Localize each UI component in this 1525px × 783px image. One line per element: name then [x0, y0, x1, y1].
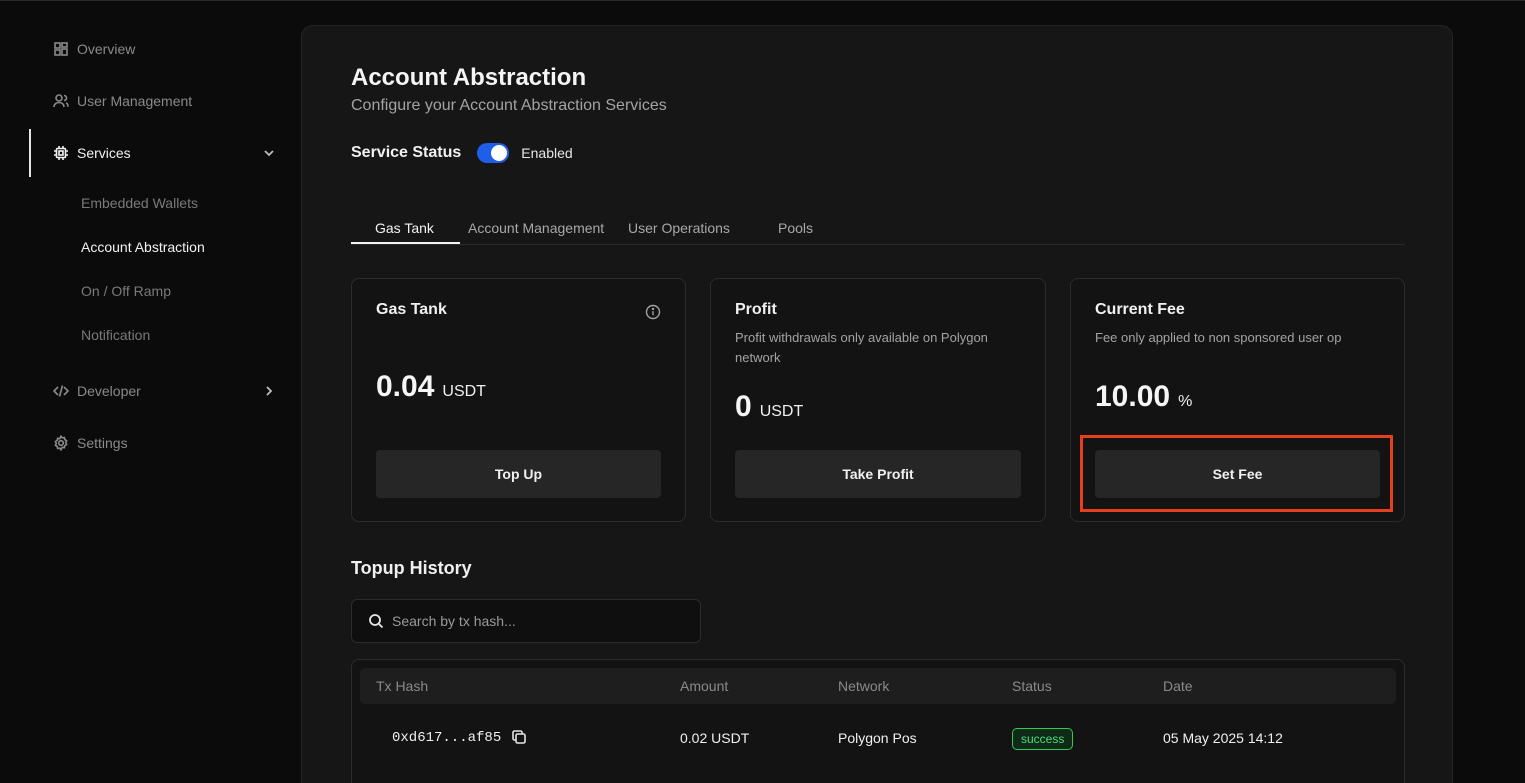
tab-pools[interactable]: Pools	[778, 220, 813, 236]
table-header: Tx Hash Amount Network Status Date	[360, 668, 1396, 704]
sidebar-item-label: Overview	[77, 41, 136, 57]
sidebar-subitem-embedded-wallets[interactable]: Embedded Wallets	[81, 195, 198, 211]
toggle-knob	[491, 145, 508, 161]
topup-history-table: Tx Hash Amount Network Status Date 0xd61…	[351, 659, 1405, 783]
user-icon	[53, 94, 69, 108]
chip-icon	[54, 146, 68, 160]
card-title: Current Fee	[1095, 301, 1185, 318]
chevron-right-icon[interactable]	[262, 384, 276, 398]
profit-card: Profit Profit withdrawals only available…	[710, 278, 1046, 522]
card-description: Profit withdrawals only available on Pol…	[735, 330, 988, 365]
tab-account-management[interactable]: Account Management	[468, 220, 604, 236]
grid-icon	[54, 42, 68, 56]
set-fee-button[interactable]: Set Fee	[1095, 450, 1380, 498]
balance-value: 0.04	[376, 370, 435, 403]
profit-value: 0	[735, 390, 752, 423]
main-panel: Account Abstraction Configure your Accou…	[301, 25, 1453, 783]
tx-hash: 0xd617...af85	[392, 730, 502, 746]
search-input[interactable]	[392, 613, 682, 629]
amount: 0.02 USDT	[680, 730, 750, 746]
column-header-network: Network	[838, 678, 890, 694]
take-profit-button[interactable]: Take Profit	[735, 450, 1021, 498]
sidebar-item-services[interactable]: Services	[53, 141, 131, 165]
page-title: Account Abstraction	[351, 64, 587, 91]
current-fee-card: Current Fee Fee only applied to non spon…	[1070, 278, 1405, 522]
profit-unit: USDT	[759, 403, 804, 420]
topup-history-title: Topup History	[351, 558, 472, 578]
tab-gas-tank[interactable]: Gas Tank	[375, 220, 434, 236]
copy-icon[interactable]	[511, 729, 527, 745]
column-header-status: Status	[1012, 678, 1052, 694]
active-tab-underline	[351, 242, 460, 244]
card-title: Gas Tank	[376, 301, 447, 318]
sidebar-subitem-on-off-ramp[interactable]: On / Off Ramp	[81, 283, 171, 299]
network: Polygon Pos	[838, 730, 917, 746]
card-description: Fee only applied to non sponsored user o…	[1095, 330, 1342, 345]
sidebar-subitem-notification[interactable]: Notification	[81, 327, 150, 343]
sidebar-item-label: Developer	[77, 383, 141, 399]
card-title: Profit	[735, 301, 777, 318]
chevron-down-icon[interactable]	[262, 146, 276, 160]
service-status-label: Service Status	[351, 144, 462, 161]
sidebar-subitem-account-abstraction[interactable]: Account Abstraction	[81, 239, 205, 255]
fee-unit: %	[1178, 393, 1193, 410]
table-row: 0xd617...af85 0.02 USDT Polygon Pos succ…	[360, 720, 1396, 756]
info-icon[interactable]	[645, 304, 661, 320]
profit-amount: 0 USDT	[735, 390, 803, 424]
search-icon	[369, 614, 384, 629]
gear-icon	[54, 435, 68, 451]
status-badge: success	[1012, 728, 1074, 750]
sidebar-item-label: Settings	[77, 435, 128, 451]
sidebar-item-settings[interactable]: Settings	[53, 431, 128, 455]
column-header-date: Date	[1163, 678, 1193, 694]
sidebar-item-overview[interactable]: Overview	[53, 37, 135, 61]
gas-tank-card: Gas Tank 0.04 USDT Top Up	[351, 278, 686, 522]
code-icon	[53, 385, 69, 397]
page-subtitle: Configure your Account Abstraction Servi…	[351, 97, 667, 114]
sidebar: Overview User Management Services Embedd…	[0, 0, 300, 783]
sidebar-item-label: Services	[77, 145, 131, 161]
service-status-value: Enabled	[521, 145, 573, 161]
tab-bar: Gas Tank Account Management User Operati…	[351, 216, 1405, 245]
sidebar-item-developer[interactable]: Developer	[53, 379, 141, 403]
sidebar-item-label: User Management	[77, 93, 193, 109]
balance-unit: USDT	[442, 383, 486, 400]
tab-user-operations[interactable]: User Operations	[628, 220, 730, 236]
fee-amount: 10.00 %	[1095, 380, 1192, 414]
service-status-toggle[interactable]	[477, 143, 510, 163]
gas-tank-balance: 0.04 USDT	[376, 370, 486, 404]
fee-value: 10.00	[1095, 380, 1171, 413]
active-indicator	[29, 129, 31, 177]
date: 05 May 2025 14:12	[1163, 730, 1283, 746]
sidebar-item-user-management[interactable]: User Management	[53, 89, 192, 113]
top-up-button[interactable]: Top Up	[376, 450, 661, 498]
column-header-amount: Amount	[680, 678, 729, 694]
service-status-row: Service Status Enabled	[351, 143, 573, 163]
column-header-tx-hash: Tx Hash	[376, 678, 429, 694]
search-box	[351, 599, 701, 643]
